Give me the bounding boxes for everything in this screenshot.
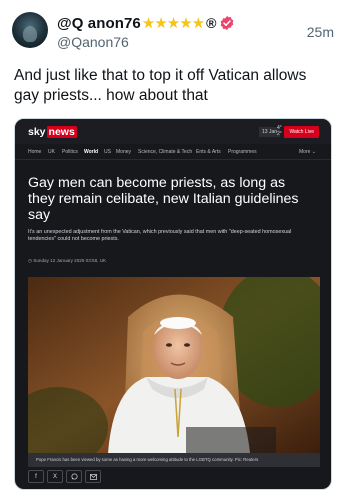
article-photo[interactable]: [28, 277, 320, 453]
tweet-text: And just like that to top it off Vatican…: [14, 67, 307, 104]
display-name[interactable]: @Q anon76: [57, 15, 141, 32]
clock-icon: ◷: [28, 258, 33, 263]
registered-mark: ®: [206, 15, 217, 31]
logo-sky-text: sky: [28, 126, 46, 138]
nav-more[interactable]: More ⌄: [299, 149, 316, 155]
facebook-share-button[interactable]: f: [28, 470, 44, 483]
dateline-text: Sunday 12 January 2025 03:58, UK: [33, 258, 107, 263]
nav-world[interactable]: World: [84, 149, 98, 155]
nav-more-label: More: [299, 149, 311, 155]
email-share-button[interactable]: [85, 470, 101, 483]
nav-programmes[interactable]: Programmes: [228, 149, 257, 155]
facebook-icon: f: [35, 473, 37, 480]
photo-caption: Pope Francis has been viewed by some as …: [28, 453, 320, 467]
whatsapp-share-button[interactable]: [66, 470, 82, 483]
star-emojis: ★★★★★: [141, 15, 205, 32]
chevron-down-icon: ⌄: [311, 149, 316, 155]
whatsapp-icon: [70, 473, 78, 480]
article-screenshot[interactable]: sky news 13 Jan 4° 2° Watch Live Home UK…: [14, 118, 332, 490]
watch-live-button[interactable]: Watch Live: [284, 126, 319, 138]
sky-news-logo[interactable]: sky news: [28, 126, 77, 138]
avatar[interactable]: [12, 12, 48, 48]
article-dateline: ◷ Sunday 12 January 2025 03:58, UK: [28, 258, 106, 264]
tweet-header: @Q anon76 ★★★★★ ® @Qanon76 25m: [12, 12, 334, 54]
share-row: f X: [28, 470, 101, 483]
nav-money[interactable]: Money: [116, 149, 131, 155]
x-icon: X: [52, 473, 57, 480]
sky-news-nav: Home UK Politics World US Money Science,…: [15, 146, 331, 160]
article-standfirst: It's an unexpected adjustment from the V…: [28, 229, 292, 242]
pope-photo-illustration: [28, 277, 320, 453]
nav-uk[interactable]: UK: [48, 149, 55, 155]
weather-low: 2°: [277, 131, 282, 137]
x-share-button[interactable]: X: [47, 470, 63, 483]
nav-politics[interactable]: Politics: [62, 149, 78, 155]
nav-ents-arts[interactable]: Ents & Arts: [196, 149, 221, 155]
weather-widget[interactable]: 4° 2°: [277, 125, 282, 137]
sky-news-topbar: sky news 13 Jan 4° 2° Watch Live: [15, 119, 331, 144]
email-icon: [89, 473, 97, 480]
timestamp[interactable]: 25m: [307, 24, 334, 40]
handle[interactable]: @Qanon76: [57, 34, 129, 50]
nav-us[interactable]: US: [104, 149, 111, 155]
nav-science[interactable]: Science, Climate & Tech: [138, 149, 192, 155]
nav-home[interactable]: Home: [28, 149, 41, 155]
article-headline: Gay men can become priests, as long as t…: [28, 175, 299, 223]
name-row: @Q anon76 ★★★★★ ®: [57, 14, 235, 32]
logo-news-text: news: [46, 126, 77, 138]
verified-badge-icon: [221, 16, 234, 30]
